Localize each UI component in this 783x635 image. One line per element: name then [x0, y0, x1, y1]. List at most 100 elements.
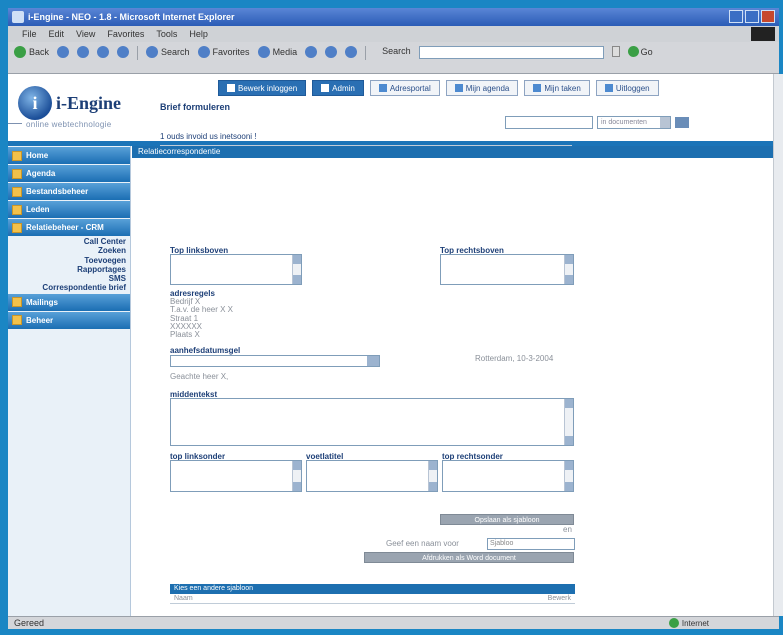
sidebar-item-bestandsbeheer[interactable]: Bestandsbeheer [8, 183, 130, 200]
back-button[interactable]: Back [14, 46, 49, 58]
folder-icon [12, 297, 22, 308]
menu-tools[interactable]: Tools [156, 29, 177, 39]
template-name-input[interactable]: Sjabloo [487, 538, 575, 550]
toolbar-divider [365, 46, 367, 60]
folder-icon [12, 315, 22, 326]
search-button[interactable]: Search [146, 46, 190, 58]
sidebar-sub-toevoegen[interactable]: Toevoegen [8, 256, 130, 265]
brand-tagline: online webtechnologie [26, 120, 112, 129]
column-name: Naam [174, 595, 193, 602]
sidebar-item-home[interactable]: Home [8, 147, 130, 164]
top-right-textarea[interactable] [440, 254, 574, 285]
folder-icon [12, 168, 22, 179]
brand-logo[interactable]: i i-Engine [18, 86, 121, 120]
ie-icon [12, 11, 24, 23]
windows-logo-icon [751, 27, 775, 41]
security-zone: Internet [668, 618, 709, 628]
media-button[interactable]: Media [257, 46, 297, 58]
column-edit[interactable]: Bewerk [548, 594, 571, 603]
history-icon[interactable] [305, 46, 318, 58]
scrollbar[interactable] [564, 255, 573, 284]
menu-file[interactable]: File [22, 29, 37, 39]
search-scope-select[interactable]: in documenten [597, 116, 671, 129]
sidebar-item-leden[interactable]: Leden [8, 201, 130, 218]
browser-toolbar: Back Search Favorites Media Search Go [8, 42, 779, 74]
window-titlebar: i-Engine - NEO - 1.8 - Microsoft Interne… [8, 8, 779, 26]
save-template-button[interactable]: Opslaan als sjabloon [440, 514, 574, 525]
sidebar-sub-zoeken[interactable]: Zoeken [8, 246, 130, 255]
sidebar-sub-rapportages[interactable]: Rapportages [8, 265, 130, 274]
sidebar-sub-sms[interactable]: SMS [8, 274, 130, 283]
salutation-select[interactable] [170, 355, 380, 367]
toolbar-divider [137, 46, 139, 60]
top-left-textarea[interactable] [170, 254, 302, 285]
menu-favorites[interactable]: Favorites [107, 29, 144, 39]
logo-underline [8, 123, 22, 124]
print-icon[interactable] [345, 46, 358, 58]
sidebar-item-beheer[interactable]: Beheer [8, 311, 130, 329]
sidebar-item-agenda[interactable]: Agenda [8, 165, 130, 182]
scrollbar[interactable] [292, 461, 301, 491]
site-search-button[interactable] [675, 117, 689, 128]
favorites-button[interactable]: Favorites [197, 46, 250, 58]
bottom-left-textarea[interactable] [170, 460, 302, 492]
window-title: i-Engine - NEO - 1.8 - Microsoft Interne… [28, 12, 235, 22]
section-title-bar: Relatiecorrespondentie [132, 146, 779, 158]
letter-form: Brief formuleren 1 ouds invoid us inetso… [160, 88, 580, 146]
media-icon [257, 46, 270, 58]
bottom-right-textarea[interactable] [442, 460, 574, 492]
brand-name: i-Engine [56, 92, 122, 113]
logout-icon [604, 84, 613, 92]
scrollbar[interactable] [428, 461, 437, 491]
menu-help[interactable]: Help [189, 29, 208, 39]
form-step-text: 1 ouds invoid us inetsooni ! [160, 132, 257, 141]
scrollbar[interactable] [564, 461, 573, 491]
menu-view[interactable]: View [76, 29, 95, 39]
address-input[interactable] [418, 46, 604, 59]
stop-icon[interactable] [77, 46, 90, 58]
folder-icon [12, 150, 22, 161]
address-label: Search [382, 46, 411, 56]
scrollbar[interactable] [564, 399, 573, 445]
refresh-icon[interactable] [97, 46, 110, 58]
members-icon [12, 204, 22, 215]
salutation-label: aanhefsdatumsgel [170, 346, 241, 355]
go-button[interactable]: Go [627, 46, 653, 57]
search-icon [146, 46, 159, 58]
minimize-button[interactable] [729, 10, 743, 23]
sidebar-item-mailings[interactable]: Mailings [8, 293, 130, 311]
address-line: Plaats X [170, 330, 200, 340]
sidebar: Home Agenda Bestandsbeheer Leden Relatie… [8, 146, 131, 616]
bottom-middle-textarea[interactable] [306, 460, 438, 492]
sidebar-item-relatiebeheer[interactable]: Relatiebeheer - CRM [8, 219, 130, 236]
maximize-button[interactable] [745, 10, 759, 23]
address-block: Bedrijf X T.a.v. de heer X X Straat 1 XX… [170, 297, 233, 340]
nav-uitloggen[interactable]: Uitloggen [595, 80, 659, 96]
sidebar-sub-call-center[interactable]: Call Center [8, 237, 130, 246]
template-table: Kies een andere sjabloon Naam Bewerk [170, 584, 575, 604]
menu-edit[interactable]: Edit [49, 29, 65, 39]
page-scrollbar[interactable] [773, 74, 783, 616]
status-text: Gereed [14, 618, 45, 628]
form-title: Brief formuleren [160, 102, 231, 112]
web-page: i i-Engine online webtechnologie Bewerk … [8, 74, 779, 616]
close-button[interactable] [761, 10, 775, 23]
salutation-text: Geachte heer X, [170, 372, 229, 381]
template-name-label: Geef een naam voor [386, 539, 459, 548]
template-suffix: en [563, 525, 572, 534]
sidebar-sub-correspondentie[interactable]: Correspondentie brief [8, 283, 130, 292]
scrollbar[interactable] [292, 255, 301, 284]
menu-bar: File Edit View Favorites Tools Help [8, 26, 779, 42]
star-icon [197, 46, 210, 58]
address-dropdown-button[interactable] [611, 46, 620, 57]
mail-icon[interactable] [325, 46, 338, 58]
forward-arrow-icon[interactable] [57, 46, 70, 58]
print-word-button[interactable]: Afdrukken als Word document [364, 552, 574, 563]
folder-icon [12, 222, 22, 233]
table-row: Naam Bewerk [170, 594, 575, 604]
body-textarea[interactable] [170, 398, 574, 446]
table-header: Kies een andere sjabloon [170, 584, 575, 594]
home-icon[interactable] [117, 46, 130, 58]
folder-icon [12, 186, 22, 197]
letter-date: Rotterdam, 10-3-2004 [475, 354, 554, 363]
